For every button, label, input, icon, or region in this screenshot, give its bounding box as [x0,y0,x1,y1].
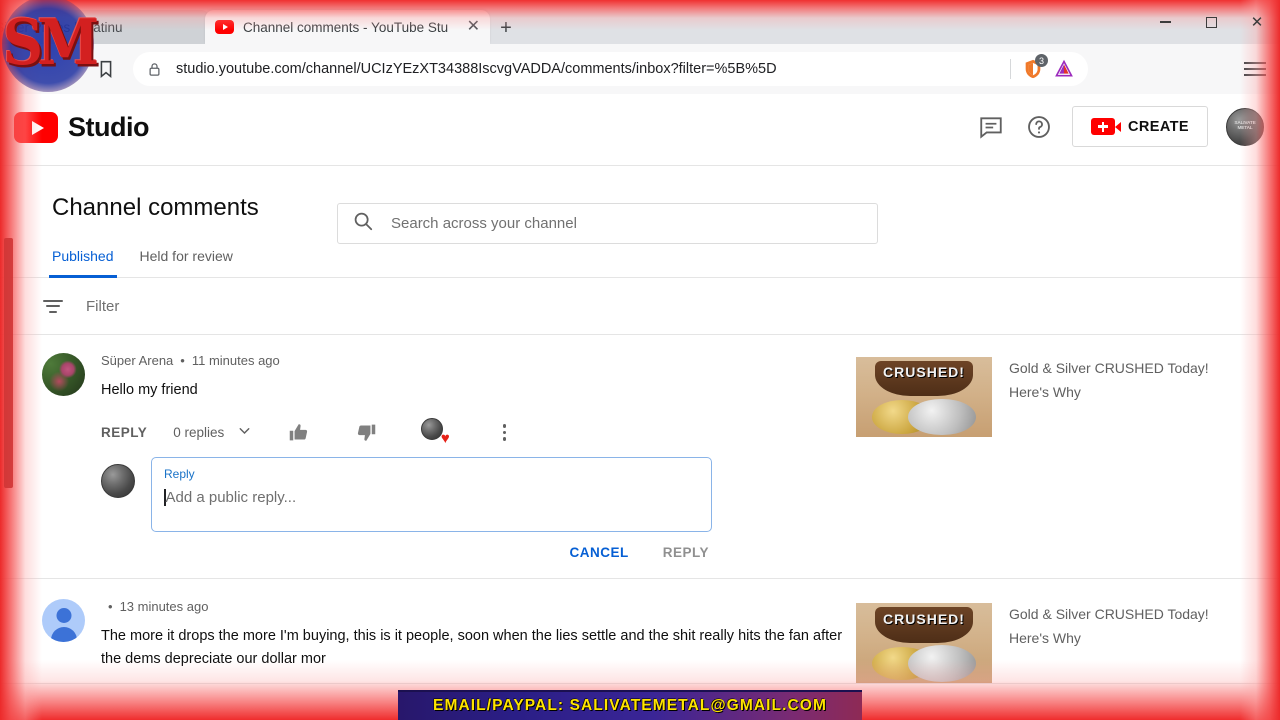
filter-icon[interactable] [42,296,64,316]
browser-tab-inactive[interactable]: es | Silver Prices | Platinu [0,10,210,44]
comment-separator: • [108,599,113,615]
thumbnail-silver-coin [907,398,976,436]
lock-icon [147,62,162,77]
screenshot-root: es | Silver Prices | Platinu Channel com… [0,0,1280,720]
replies-count-label: 0 replies [173,424,225,440]
submit-reply-button[interactable]: REPLY [663,545,709,560]
avatar[interactable] [42,599,85,643]
avatar[interactable] [42,353,85,396]
new-tab-button[interactable]: + [495,18,517,40]
thumbs-down-icon[interactable] [349,415,383,449]
video-title[interactable]: Gold & Silver CRUSHED Today! Here's Why [1009,603,1239,683]
cancel-button[interactable]: CANCEL [569,545,628,560]
comment-separator: • [180,353,185,368]
browser-tab-strip: es | Silver Prices | Platinu Channel com… [0,0,1280,44]
reply-composer-body: Reply Add a public reply... CANCEL REPLY [151,457,712,560]
window-controls: ✕ [1142,0,1280,44]
youtube-studio-app: Studio CREATE SALIVATE METAL Search acro… [0,94,1280,720]
omnibox-divider [1010,59,1011,79]
browser-tab-title: es | Silver Prices | Platinu [0,19,123,35]
url-text: studio.youtube.com/channel/UCIzYEzXT3438… [176,61,777,77]
comment-timestamp: 13 minutes ago [119,599,209,615]
help-circle-icon[interactable] [1024,112,1054,142]
kebab-menu-icon[interactable] [487,415,521,449]
browser-tab-active[interactable]: Channel comments - YouTube Stu ✕ [205,10,490,44]
filter-bar: Filter [0,278,1280,335]
main-content: Channel comments Published Held for revi… [0,166,1280,719]
avatar [101,464,135,499]
thumbnail-text: CRUSHED! [883,610,965,627]
browser-tab-title: Channel comments - YouTube Stu [243,19,449,35]
banner-text: EMAIL/PAYPAL: SALIVATEMETAL@GMAIL.COM [433,697,827,714]
close-window-button[interactable]: ✕ [1234,0,1280,44]
thumbnail-silver-coin [907,645,976,682]
comment-video-cell: CRUSHED! Gold & Silver CRUSHED Today! He… [856,599,1239,684]
comment-video-cell: CRUSHED! Gold & Silver CRUSHED Today! He… [856,353,1239,566]
tab-published[interactable]: Published [49,248,116,278]
brave-shields-icon[interactable]: 3 [1022,54,1048,80]
reply-input[interactable]: Reply Add a public reply... [151,457,712,533]
avatar[interactable]: SALIVATE METAL [1226,107,1264,146]
address-bar[interactable]: studio.youtube.com/channel/UCIzYEzXT3438… [133,52,1088,86]
comment-author[interactable]: Süper Arena [101,353,173,368]
comment-text: The more it drops the more I'm buying, t… [101,628,843,667]
thumbnail-text: CRUSHED! [883,364,965,381]
reply-input-field: Add a public reply... [164,489,699,507]
chevron-down-icon [236,422,253,442]
minimize-button[interactable] [1142,0,1188,44]
search-icon [352,210,374,237]
filter-input[interactable]: Filter [86,298,119,315]
comment-timestamp: 11 minutes ago [191,353,280,368]
reply-composer-buttons: CANCEL REPLY [151,545,712,560]
youtube-play-icon [14,112,58,143]
video-title[interactable]: Gold & Silver CRUSHED Today! Here's Why [1009,357,1239,566]
comment-header: • 13 minutes ago [101,599,844,614]
reply-button[interactable]: REPLY [101,425,147,440]
studio-header: Studio CREATE SALIVATE METAL [0,94,1280,166]
youtube-icon [215,20,234,34]
comment-body: Süper Arena • 11 minutes ago Hello my fr… [101,353,856,566]
studio-logo[interactable]: Studio [14,112,149,143]
create-button-label: CREATE [1128,118,1189,135]
comments-icon[interactable] [976,112,1006,142]
comment-header: Süper Arena • 11 minutes ago [101,353,844,368]
maximize-button[interactable] [1188,0,1234,44]
thumbs-up-icon[interactable] [281,415,315,449]
avatar-label: SALIVATE METAL [1234,120,1256,132]
heart-glyph: ♥ [440,430,450,448]
comment-row: Süper Arena • 11 minutes ago Hello my fr… [0,335,1280,580]
studio-logo-text: Studio [68,112,149,142]
search-placeholder: Search across your channel [391,215,577,232]
studio-header-actions: CREATE SALIVATE METAL [976,106,1264,147]
video-camera-plus-icon [1091,118,1122,135]
browser-menu-icon[interactable] [1244,58,1266,80]
create-button[interactable]: CREATE [1072,106,1208,147]
bookmark-icon[interactable] [95,58,117,80]
close-tab-icon[interactable]: ✕ [467,19,480,35]
reply-input-label: Reply [164,467,195,482]
reply-placeholder: Add a public reply... [165,489,297,507]
replies-toggle[interactable]: 0 replies [173,422,253,442]
comment-actions: REPLY 0 replies ♥ [101,415,844,449]
comment-row: • 13 minutes ago The more it drops the m… [0,579,1280,685]
tab-held-for-review[interactable]: Held for review [140,248,233,277]
reply-composer: Reply Add a public reply... CANCEL REPLY [101,457,844,566]
contact-banner-overlay: EMAIL/PAYPAL: SALIVATEMETAL@GMAIL.COM [398,690,862,720]
comment-text: Hello my friend [101,382,198,398]
video-thumbnail[interactable]: CRUSHED! [856,603,992,684]
brave-shields-badge: 3 [1035,54,1048,67]
video-thumbnail[interactable]: CRUSHED! [856,357,992,437]
search-input[interactable]: Search across your channel [337,203,878,244]
brave-rewards-triangle-icon[interactable] [1054,59,1074,79]
comment-body: • 13 minutes ago The more it drops the m… [101,599,856,683]
heart-icon[interactable]: ♥ [419,415,453,449]
